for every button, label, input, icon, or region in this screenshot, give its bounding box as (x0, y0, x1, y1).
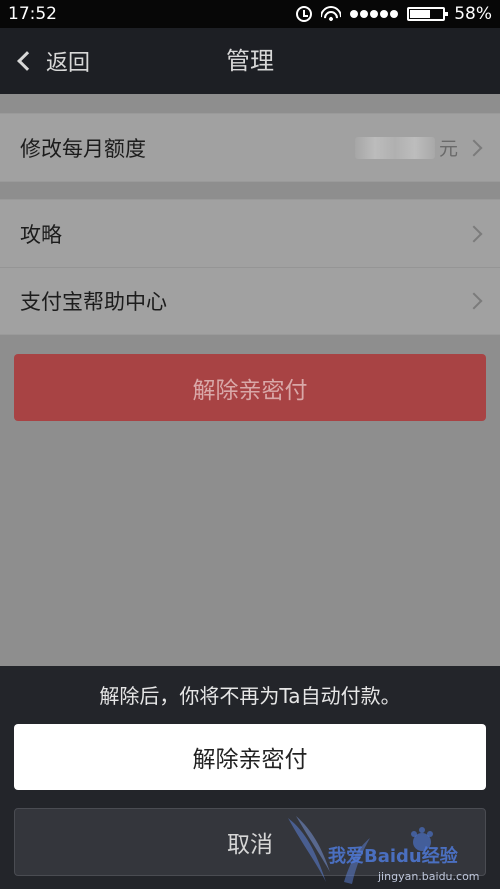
monthly-limit-label: 修改每月额度 (20, 136, 146, 161)
page-title: 管理 (226, 47, 274, 75)
wifi-icon (321, 6, 342, 22)
nav-bar: 返回 管理 (0, 28, 500, 94)
links-group: 攻略 支付宝帮助中心 (0, 199, 500, 335)
battery-icon (407, 7, 449, 21)
alarm-icon (296, 6, 313, 22)
cancel-button[interactable]: 取消 (14, 808, 486, 876)
chevron-right-icon (465, 139, 483, 156)
help-center-label: 支付宝帮助中心 (20, 290, 167, 314)
status-icons: 58% (296, 4, 492, 24)
signal-icon (350, 10, 399, 18)
confirm-unbind-button[interactable]: 解除亲密付 (14, 724, 486, 790)
currency-unit: 元 (438, 138, 458, 160)
blurred-amount (354, 136, 435, 159)
unbind-button[interactable]: 解除亲密付 (14, 354, 486, 421)
row-monthly-limit[interactable]: 修改每月额度 元 (0, 114, 500, 181)
main-content: 修改每月额度 元 攻略 支付宝帮助中心 解除亲密付 (0, 94, 500, 666)
status-time: 17:52 (8, 4, 57, 24)
battery-level: 58% (454, 4, 492, 24)
row-guide[interactable]: 攻略 (0, 200, 500, 267)
limit-group: 修改每月额度 元 (0, 113, 500, 182)
status-bar: 17:52 58% (0, 0, 500, 28)
chevron-right-icon (465, 292, 483, 310)
guide-label: 攻略 (20, 222, 62, 247)
row-help-center[interactable]: 支付宝帮助中心 (0, 267, 500, 334)
sheet-message: 解除后，你将不再为Ta自动付款。 (99, 684, 401, 708)
monthly-limit-value: 元 (354, 134, 458, 161)
action-sheet: 解除后，你将不再为Ta自动付款。 解除亲密付 取消 (0, 666, 500, 889)
chevron-right-icon (465, 225, 483, 242)
